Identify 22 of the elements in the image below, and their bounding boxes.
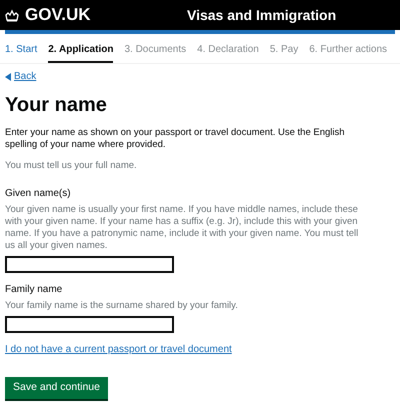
field-label: Family name (5, 282, 64, 297)
step-tab[interactable]: 6. Further actions (309, 42, 388, 63)
passport-link[interactable]: I do not have a current passport or travel document (5, 342, 232, 357)
step-tab[interactable]: 1. Start (5, 42, 38, 63)
text-input[interactable] (5, 316, 174, 333)
back-link[interactable]: Back (5, 69, 36, 84)
save-button[interactable]: Save and continue (5, 376, 108, 399)
field-hint: Your family name is the surname shared by your family. (5, 300, 239, 312)
step-tab[interactable]: 2. Application (48, 42, 114, 63)
back-arrow-icon (5, 72, 11, 80)
step-tab[interactable]: 5. Pay (270, 42, 298, 63)
crown-icon (5, 8, 19, 22)
text-input[interactable] (5, 256, 174, 273)
note-text: You must tell us your full name. (5, 158, 138, 172)
step-tab[interactable]: 3. Documents (124, 42, 186, 63)
field-label: Given name(s) (5, 186, 72, 201)
intro-text: Enter your name as shown on your passport or travel document. Use the English spelling of your name where provided. (5, 126, 346, 150)
page-title: Your name (5, 92, 108, 116)
field-hint: Your given name is usually your first name. If you have middle names, include these with your given name. If your name has a suffix (e.g. Jr), include this with your given name. If you have a patronymic name, include it with your given name. You must tell us all your given names. (5, 204, 360, 252)
service-name: Visas and Immigration (187, 6, 336, 25)
step-tab[interactable]: 4. Declaration (197, 42, 259, 63)
logo-text[interactable]: GOV.UK (25, 2, 165, 28)
